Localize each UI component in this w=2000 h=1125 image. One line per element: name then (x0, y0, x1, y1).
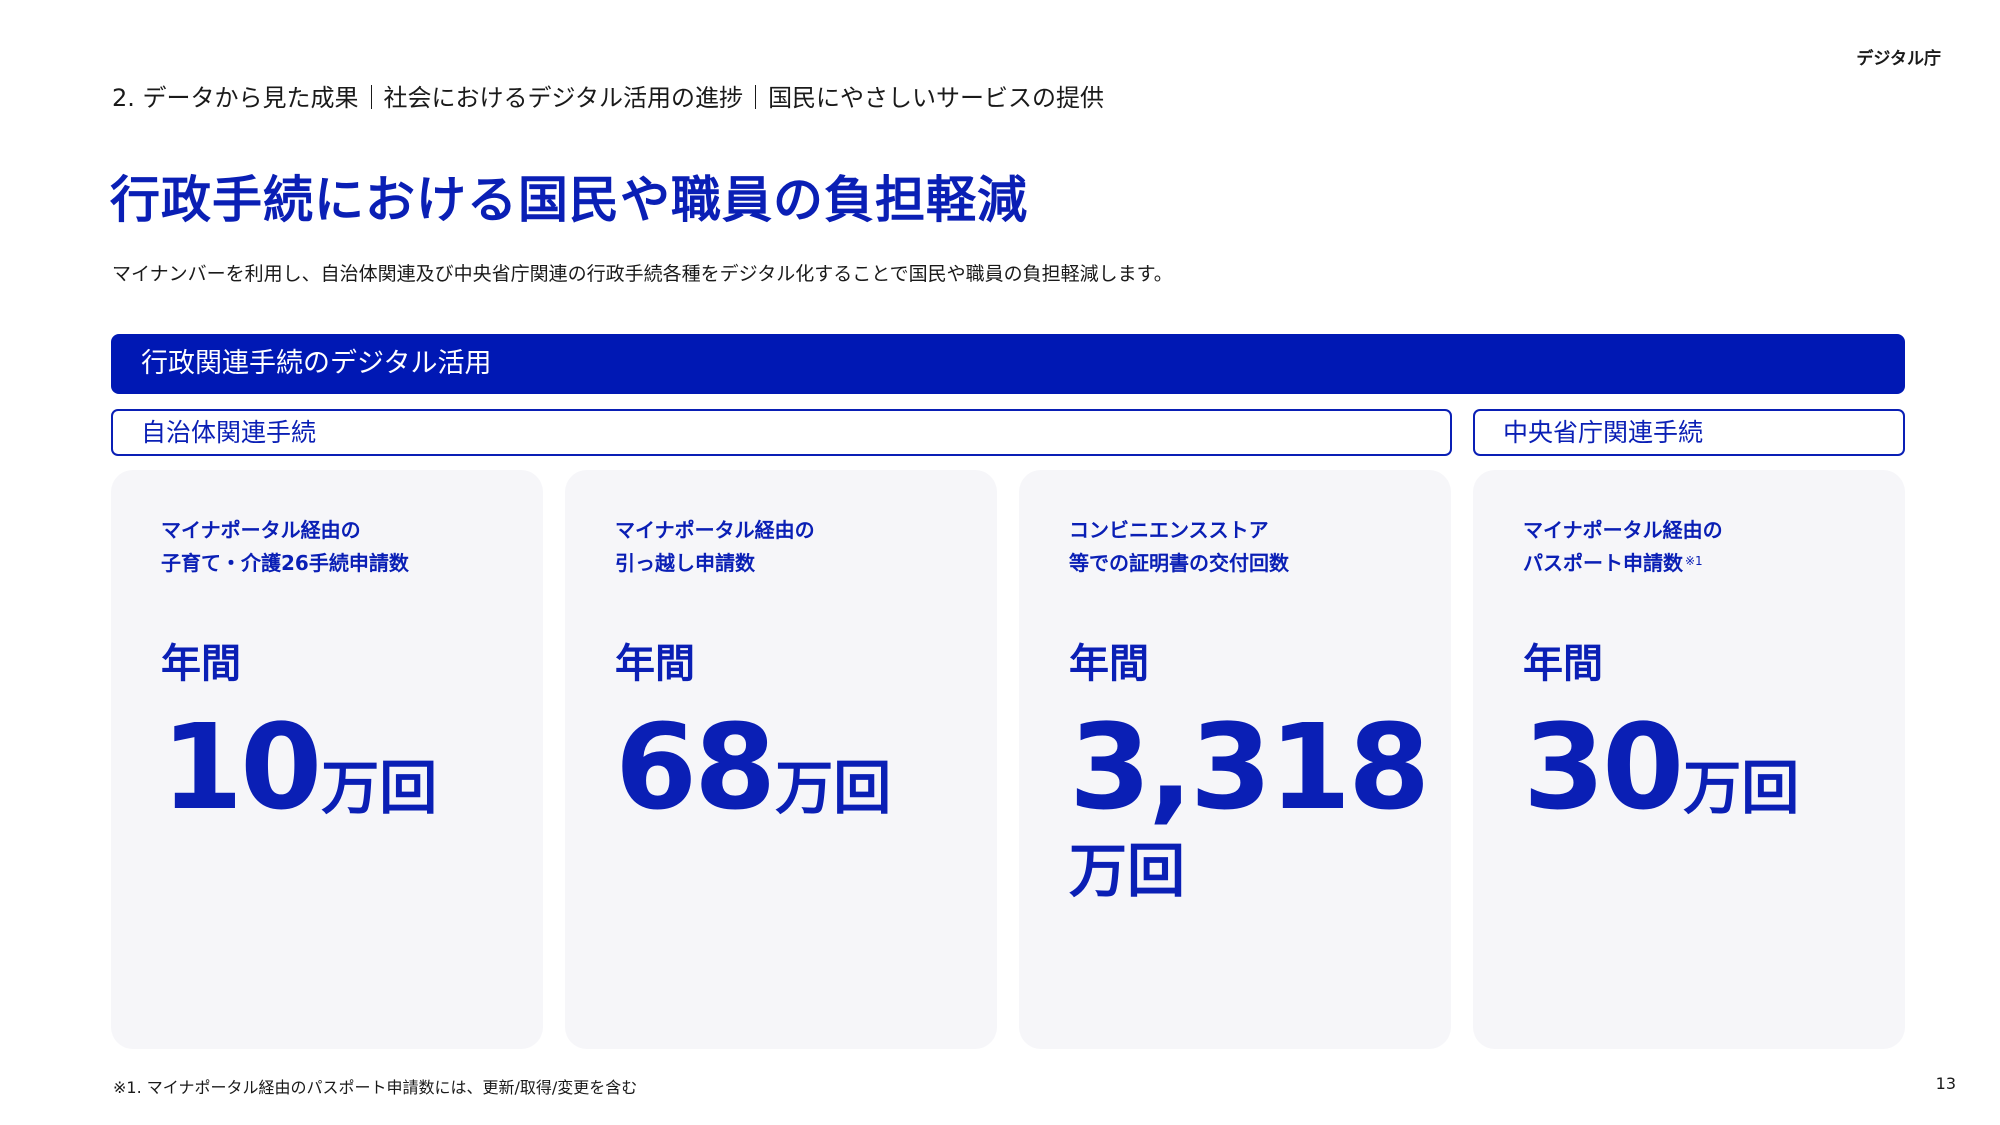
stat-period: 年間 (1523, 641, 1603, 687)
stat-value-line: 10万回 (161, 702, 543, 832)
group-label-local: 自治体関連手続 (111, 409, 1452, 456)
agency-logo: デジタル庁 (1856, 49, 1941, 69)
stat-label-line: マイナポータル経由の (161, 518, 361, 542)
breadcrumb-separator (370, 85, 372, 109)
stat-value: 68 (615, 698, 776, 836)
breadcrumb-item-category: 社会におけるデジタル活用の進捗 (383, 84, 744, 112)
stat-label-line: パスポート申請数 ※1 (1523, 547, 1905, 580)
stat-card-passport: マイナポータル経由の パスポート申請数 ※1 年間 30万回 (1473, 470, 1905, 1049)
stat-unit: 万回 (1069, 837, 1186, 905)
breadcrumb: 2. データから見た成果 社会におけるデジタル活用の進捗 国民にやさしいサービスの提… (112, 78, 1104, 113)
stat-label-line: コンビニエンスストア (1069, 518, 1269, 542)
stat-value: 3,318 (1069, 698, 1430, 836)
stat-period: 年間 (615, 641, 695, 687)
page-title: 行政手続における国民や職員の負担軽減 (110, 171, 1028, 229)
breadcrumb-item-topic: 国民にやさしいサービスの提供 (768, 84, 1105, 112)
page-number: 13 (1935, 1074, 1956, 1093)
stat-label: マイナポータル経由の 引っ越し申請数 (615, 514, 997, 580)
stat-value: 10 (161, 698, 322, 836)
footnote-marker: ※1 (1685, 554, 1703, 568)
section-header: 行政関連手続のデジタル活用 (111, 334, 1905, 394)
stat-label: コンビニエンスストア 等での証明書の交付回数 (1069, 514, 1451, 580)
footnote: ※1. マイナポータル経由のパスポート申請数には、更新/取得/変更を含む (113, 1078, 638, 1097)
stat-unit: 万回 (321, 754, 438, 822)
stat-unit: 万回 (775, 754, 892, 822)
stat-card-convenience-store: コンビニエンスストア 等での証明書の交付回数 年間 3,318 万回 (1019, 470, 1451, 1049)
stat-label-line: マイナポータル経由の (1523, 518, 1723, 542)
breadcrumb-separator (755, 85, 757, 109)
stat-unit: 万回 (1683, 754, 1800, 822)
stat-period: 年間 (1069, 641, 1149, 687)
stat-label-line: 等での証明書の交付回数 (1069, 551, 1289, 575)
stat-label: マイナポータル経由の パスポート申請数 ※1 (1523, 514, 1905, 580)
stat-label-line: 引っ越し申請数 (615, 551, 755, 575)
stat-value: 30 (1523, 698, 1684, 836)
stat-value-line: 30万回 (1523, 702, 1905, 832)
lead-text: マイナンバーを利用し、自治体関連及び中央省庁関連の行政手続各種をデジタル化するこ… (112, 263, 1173, 285)
stat-label: マイナポータル経由の 子育て・介護26手続申請数 (161, 514, 543, 580)
stat-label-text: パスポート申請数 (1523, 551, 1683, 575)
stat-label-line: マイナポータル経由の (615, 518, 815, 542)
stat-label-line: 子育て・介護26手続申請数 (161, 551, 409, 575)
stat-card-childcare: マイナポータル経由の 子育て・介護26手続申請数 年間 10万回 (111, 470, 543, 1049)
stat-value-line: 68万回 (615, 702, 997, 832)
group-label-central: 中央省庁関連手続 (1473, 409, 1905, 456)
stat-value-line: 3,318 万回 (1069, 702, 1451, 906)
stat-card-moving: マイナポータル経由の 引っ越し申請数 年間 68万回 (565, 470, 997, 1049)
stat-period: 年間 (161, 641, 241, 687)
breadcrumb-item-chapter: 2. データから見た成果 (112, 84, 359, 112)
